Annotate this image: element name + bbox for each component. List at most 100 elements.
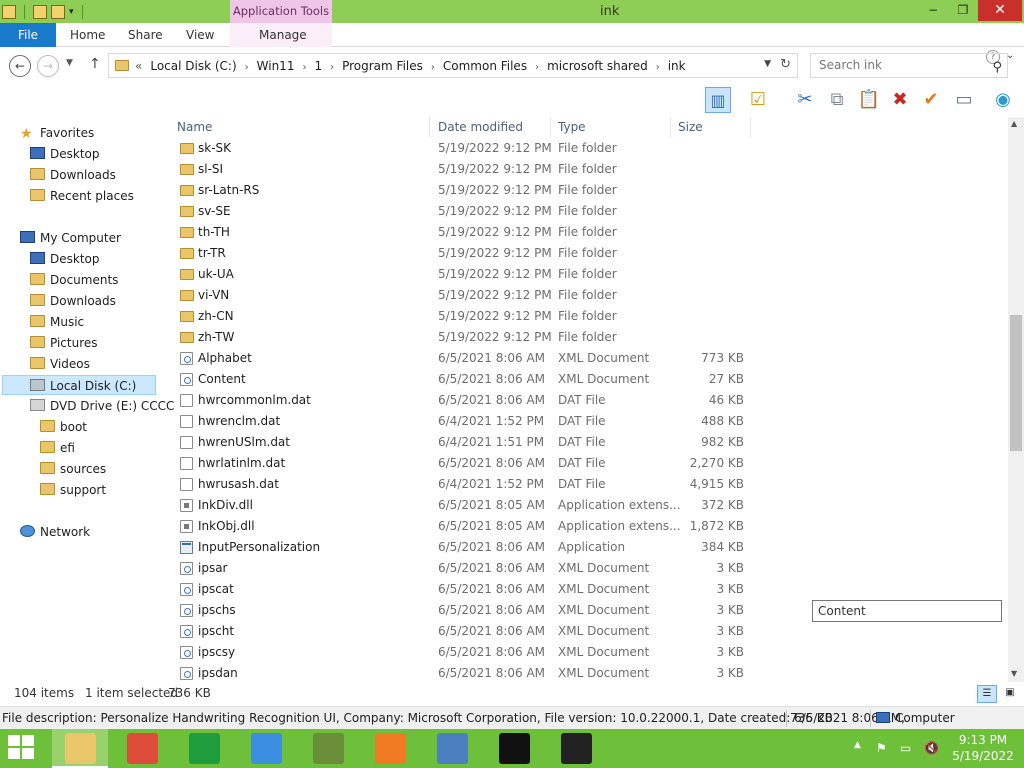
paste-icon[interactable]: 📋 <box>856 87 882 113</box>
table-row[interactable]: vi-VN 5/19/2022 9:12 PM File folder <box>170 285 750 306</box>
tab-file[interactable]: File <box>0 23 56 47</box>
up-button[interactable]: ↑ <box>89 56 101 72</box>
properties-icon[interactable] <box>33 5 47 19</box>
recent-locations-chevron-icon[interactable]: ▼ <box>66 58 73 68</box>
nav-my-computer[interactable]: My Computer <box>20 228 121 248</box>
nav-computer-item[interactable]: DVD Drive (E:) CCCC <box>30 396 174 416</box>
scroll-up-icon[interactable]: ▲ <box>1011 119 1017 128</box>
nav-computer-item[interactable]: Videos <box>30 354 90 374</box>
breadcrumb-separator-icon[interactable]: › <box>535 62 539 73</box>
clock[interactable]: 9:13 PM 5/19/2022 <box>950 732 1016 764</box>
table-row[interactable]: ipschs 6/5/2021 8:06 AM XML Document 3 KB <box>170 600 750 621</box>
breadcrumb-item[interactable]: microsoft shared <box>547 59 648 73</box>
table-row[interactable]: sv-SE 5/19/2022 9:12 PM File folder <box>170 201 750 222</box>
breadcrumb-overflow[interactable]: « <box>135 59 142 73</box>
nav-favorites-item[interactable]: Downloads <box>30 165 116 185</box>
breadcrumb-item[interactable]: 1 <box>314 59 322 73</box>
customize-qa-caret-icon[interactable]: ▾ <box>69 7 74 17</box>
column-header-type[interactable]: Type <box>551 117 671 137</box>
table-row[interactable]: uk-UA 5/19/2022 9:12 PM File folder <box>170 264 750 285</box>
globe-icon[interactable]: ◉ <box>990 87 1016 113</box>
back-button[interactable]: ← <box>9 55 31 77</box>
table-row[interactable]: zh-TW 5/19/2022 9:12 PM File folder <box>170 327 750 348</box>
show-hidden-icons-icon[interactable]: ▲ <box>854 740 861 750</box>
nav-dvd-child[interactable]: efi <box>40 438 75 458</box>
details-view-icon[interactable]: ☰ <box>977 685 997 703</box>
table-row[interactable]: hwrcommonlm.dat 6/5/2021 8:06 AM DAT File 4… <box>170 390 750 411</box>
store-taskbar[interactable] <box>176 729 232 768</box>
delete-icon[interactable]: ✖ <box>887 87 913 113</box>
breadcrumb-separator-icon[interactable]: › <box>302 62 306 73</box>
nav-favorites-item[interactable]: Recent places <box>30 186 134 206</box>
chrome-taskbar[interactable] <box>114 729 170 768</box>
table-row[interactable]: tr-TR 5/19/2022 9:12 PM File folder <box>170 243 750 264</box>
minimize-button[interactable]: − <box>918 0 948 21</box>
check-icon[interactable]: ✔ <box>918 87 944 113</box>
table-row[interactable]: ipscat 6/5/2021 8:06 AM XML Document 3 KB <box>170 579 750 600</box>
table-row[interactable]: Alphabet 6/5/2021 8:06 AM XML Document 773 … <box>170 348 750 369</box>
nav-computer-item[interactable]: Pictures <box>30 333 98 353</box>
nav-computer-item[interactable]: Documents <box>30 270 118 290</box>
breadcrumb-item[interactable]: Local Disk (C:) <box>150 59 236 73</box>
cube-app-taskbar[interactable] <box>424 729 480 768</box>
table-row[interactable]: InkDiv.dll 6/5/2021 8:05 AM Application ex… <box>170 495 750 516</box>
search-icon[interactable]: ⚲ <box>992 56 1002 79</box>
breadcrumb-item[interactable]: Common Files <box>443 59 527 73</box>
volume-muted-icon[interactable]: 🔇 <box>924 741 939 755</box>
nav-favorites[interactable]: ★ Favorites <box>20 123 94 143</box>
title-bar[interactable]: ▾ Application Tools ink − ❐ ✕ <box>0 0 1024 23</box>
file-explorer-taskbar[interactable] <box>52 729 108 768</box>
nav-computer-item[interactable]: Desktop <box>30 249 100 269</box>
column-header-date[interactable]: Date modified <box>431 117 551 137</box>
restore-button[interactable]: ❐ <box>948 0 978 21</box>
table-row[interactable]: ipscht 6/5/2021 8:06 AM XML Document 3 KB <box>170 621 750 642</box>
firefox-taskbar[interactable] <box>362 729 418 768</box>
layout-pane-icon[interactable]: ▥ <box>705 87 731 113</box>
copy-icon[interactable]: ⧉ <box>824 87 850 113</box>
forward-button[interactable]: → <box>37 55 59 77</box>
address-bar[interactable]: « Local Disk (C:) › Win11 › 1 › Program Files ›… <box>108 53 798 78</box>
action-center-flag-icon[interactable]: ⚑ <box>876 741 890 755</box>
search-input[interactable]: Search ink ⚲ <box>810 53 1008 78</box>
table-row[interactable]: hwrusash.dat 6/4/2021 1:52 PM DAT File 4,91… <box>170 474 750 495</box>
tab-view[interactable]: View <box>186 23 214 47</box>
table-row[interactable]: InkObj.dll 6/5/2021 8:05 AM Application ex… <box>170 516 750 537</box>
table-row[interactable]: th-TH 5/19/2022 9:12 PM File folder <box>170 222 750 243</box>
breadcrumb-item[interactable]: ink <box>668 59 686 73</box>
network-icon[interactable]: ▭ <box>900 741 914 755</box>
vertical-scrollbar[interactable]: ▲ ▼ <box>1008 117 1024 682</box>
large-icons-view-icon[interactable]: ▣ <box>1000 685 1020 703</box>
table-row[interactable]: InputPersonalization 6/5/2021 8:06 AM Appl… <box>170 537 750 558</box>
breadcrumb-item[interactable]: Win11 <box>257 59 295 73</box>
table-row[interactable]: ipsar 6/5/2021 8:06 AM XML Document 3 KB <box>170 558 750 579</box>
breadcrumb-separator-icon[interactable]: › <box>656 62 660 73</box>
app-butterfly-taskbar[interactable] <box>238 729 294 768</box>
nav-dvd-child[interactable]: sources <box>40 459 106 479</box>
table-row[interactable]: ipsdan 6/5/2021 8:06 AM XML Document 3 KB <box>170 663 750 682</box>
scroll-down-icon[interactable]: ▼ <box>1011 669 1017 678</box>
nav-computer-item[interactable]: Downloads <box>30 291 116 311</box>
tab-share[interactable]: Share <box>128 23 163 47</box>
table-row[interactable]: hwrenUSlm.dat 6/4/2021 1:51 PM DAT File 982… <box>170 432 750 453</box>
minecraft-taskbar[interactable] <box>300 729 356 768</box>
nav-computer-item[interactable]: Music <box>30 312 84 332</box>
scroll-thumb[interactable] <box>1010 315 1022 451</box>
address-history-chevron-icon[interactable]: ▼ <box>764 59 771 69</box>
start-button[interactable] <box>8 735 36 761</box>
breadcrumb-separator-icon[interactable]: › <box>330 62 334 73</box>
new-folder-icon[interactable] <box>51 5 65 19</box>
nav-dvd-child[interactable]: support <box>40 480 106 500</box>
table-row[interactable]: hwrlatinlm.dat 6/5/2021 8:06 AM DAT File 2,… <box>170 453 750 474</box>
breadcrumb-separator-icon[interactable]: › <box>431 62 435 73</box>
cut-icon[interactable]: ✂ <box>792 87 818 113</box>
refresh-icon[interactable]: ↻ <box>780 57 791 72</box>
tab-home[interactable]: Home <box>70 23 105 47</box>
properties-icon[interactable]: ☑ <box>745 87 771 113</box>
breadcrumb-separator-icon[interactable]: › <box>245 62 249 73</box>
nav-network[interactable]: Network <box>20 522 90 542</box>
close-button[interactable]: ✕ <box>978 0 1022 21</box>
table-row[interactable]: zh-CN 5/19/2022 9:12 PM File folder <box>170 306 750 327</box>
tab-manage[interactable]: Manage <box>259 23 307 47</box>
column-header-name[interactable]: Name <box>170 117 430 137</box>
nav-favorites-item[interactable]: Desktop <box>30 144 100 164</box>
